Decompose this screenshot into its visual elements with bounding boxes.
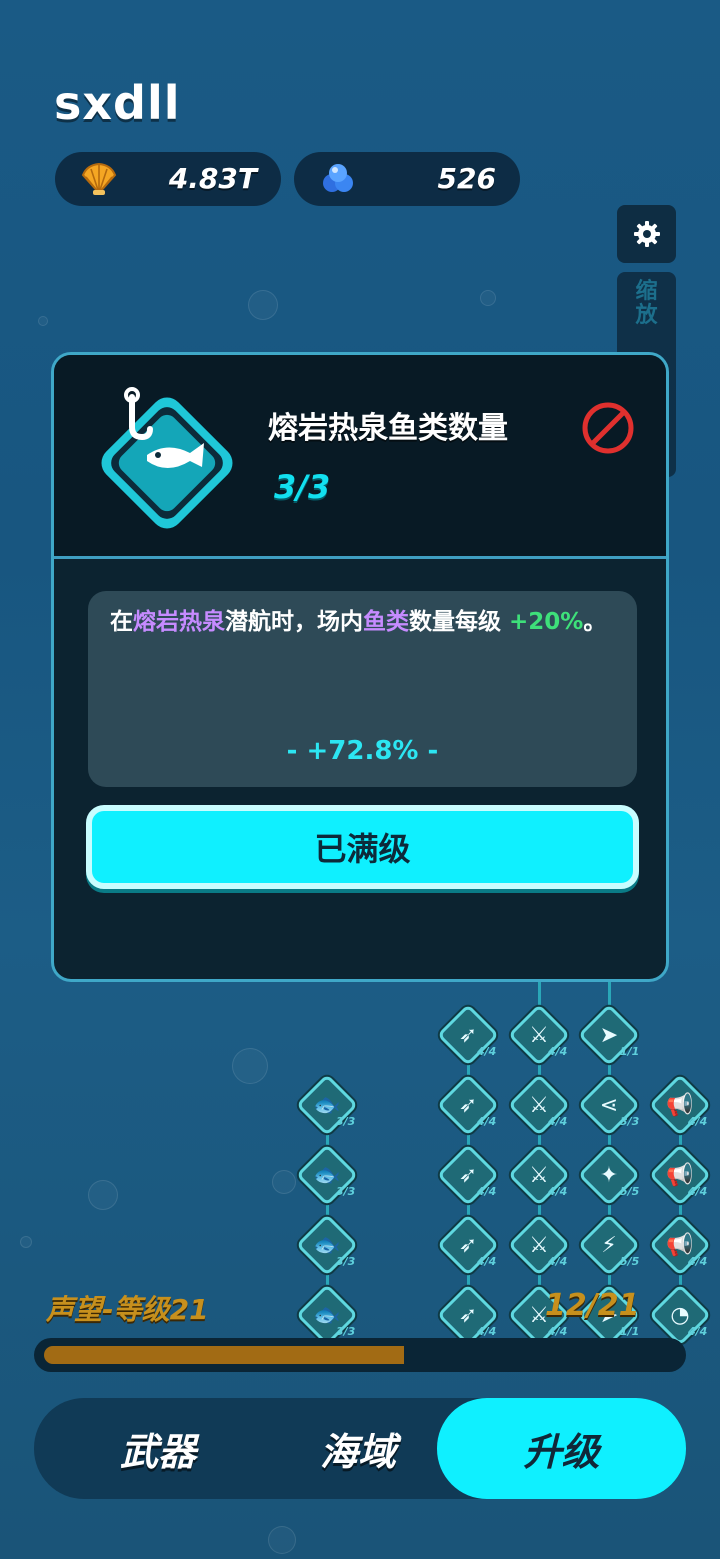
node-level: 1/1	[620, 1045, 640, 1058]
reputation-count: 12/21	[545, 1288, 640, 1323]
gear-icon	[633, 221, 660, 247]
node-level: 3/3	[336, 1185, 356, 1198]
tab-sea-area[interactable]: 海域	[260, 1398, 456, 1499]
zoom-label: 缩放	[635, 279, 658, 328]
shell-currency: 4.83T	[55, 152, 281, 206]
node-level: 4/4	[688, 1115, 708, 1128]
reputation-progress-fill	[44, 1346, 404, 1364]
reputation-progress-bar	[34, 1338, 686, 1372]
description-box: 在熔岩热泉潜航时，场内鱼类数量每级 +20%。 - +72.8% -	[88, 591, 637, 787]
node-level: 4/4	[688, 1185, 708, 1198]
node-level: 4/4	[477, 1045, 497, 1058]
node-level: 5/5	[620, 1255, 640, 1268]
node-level: 4/4	[477, 1185, 497, 1198]
node-level: 4/4	[548, 1255, 568, 1268]
tab-upgrade[interactable]: 升级	[437, 1398, 686, 1499]
shell-icon	[81, 162, 117, 195]
popup-header: 熔岩热泉鱼类数量 3/3	[54, 355, 666, 559]
prohibited-icon	[582, 402, 634, 454]
desc-zone: 熔岩热泉	[133, 609, 225, 635]
description-text: 在熔岩热泉潜航时，场内鱼类数量每级 +20%。	[110, 605, 615, 639]
reputation-label: 声望-等级21	[46, 1293, 209, 1326]
fish-hook-icon	[101, 387, 233, 529]
bottom-nav: 武器 海域 升级	[34, 1398, 686, 1499]
node-level: 4/4	[688, 1325, 708, 1338]
node-level: 4/4	[548, 1185, 568, 1198]
total-bonus: - +72.8% -	[286, 736, 439, 766]
node-level: 3/3	[336, 1115, 356, 1128]
popup-level: 3/3	[274, 468, 331, 506]
desc-bonus: +20%	[509, 609, 584, 635]
node-level: 4/4	[477, 1115, 497, 1128]
pearl-icon	[323, 164, 353, 192]
node-level: 4/4	[548, 1325, 568, 1338]
node-level: 3/3	[336, 1255, 356, 1268]
bubble	[248, 290, 278, 320]
popup-title: 熔岩热泉鱼类数量	[268, 411, 508, 446]
desc-end: 。	[583, 609, 607, 635]
node-level: 4/4	[477, 1325, 497, 1338]
max-level-button[interactable]: 已满级	[86, 805, 639, 889]
node-level: 3/3	[336, 1325, 356, 1338]
settings-button[interactable]	[617, 205, 676, 263]
desc-target: 鱼类	[363, 609, 409, 635]
node-level: 5/5	[620, 1185, 640, 1198]
node-level: 4/4	[548, 1045, 568, 1058]
upgrade-detail-popup: 熔岩热泉鱼类数量 3/3 在熔岩热泉潜航时，场内鱼类数量每级 +20%。 - +…	[51, 352, 669, 982]
tab-weapons[interactable]: 武器	[60, 1398, 256, 1499]
bubble	[480, 290, 496, 306]
pearl-amount: 526	[437, 162, 496, 195]
node-level: 3/3	[620, 1115, 640, 1128]
bubble	[268, 1526, 296, 1554]
node-level: 1/1	[620, 1325, 640, 1338]
node-level: 4/4	[477, 1255, 497, 1268]
node-level: 4/4	[688, 1255, 708, 1268]
bubble	[38, 316, 48, 326]
desc-prefix: 在	[110, 609, 133, 635]
pearl-currency: 526	[294, 152, 520, 206]
shell-amount: 4.83T	[168, 162, 257, 195]
desc-suffix: 数量每级	[409, 609, 510, 635]
desc-mid: 潜航时，场内	[225, 609, 363, 635]
player-name: sxdll	[54, 76, 181, 130]
node-level: 4/4	[548, 1115, 568, 1128]
